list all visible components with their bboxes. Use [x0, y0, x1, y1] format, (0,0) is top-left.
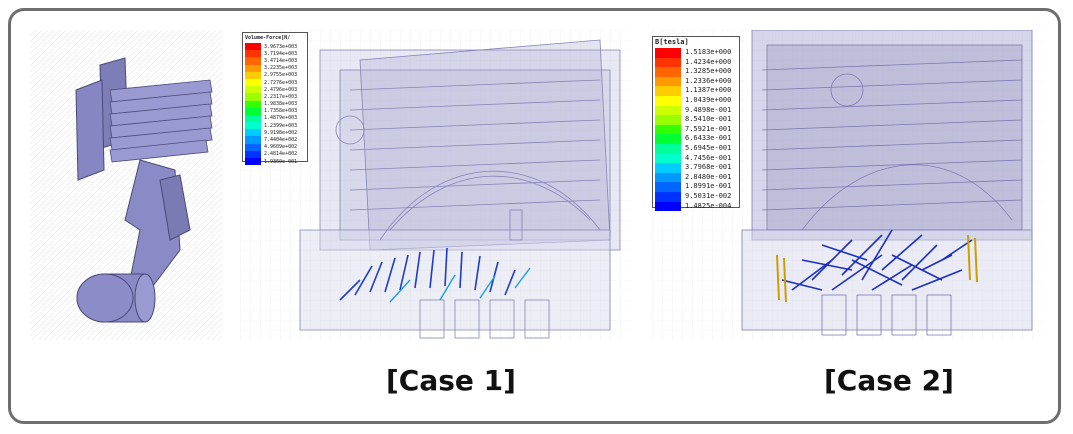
- case2-legend-row: 1.4825e-004: [653, 201, 739, 212]
- case2-legend-swatch: [655, 143, 681, 154]
- case2-legend-value: 5.6945e-001: [685, 143, 732, 152]
- case2-legend-swatch: [655, 115, 681, 125]
- case2-legend-swatch: [655, 153, 681, 164]
- case2-legend-value: 6.6433e-001: [685, 134, 732, 143]
- case2-legend-value: 1.2336e+000: [685, 76, 732, 85]
- case2-legend-swatch: [655, 95, 681, 106]
- case2-legend-row: 1.4234e+000: [653, 57, 739, 68]
- case1-legend-swatch: [245, 150, 261, 158]
- case2-legend-swatch: [655, 124, 681, 135]
- case1-legend-swatch: [245, 114, 261, 123]
- model-3d-drawing: [30, 30, 222, 340]
- case2-legend-value: 1.3285e+000: [685, 67, 732, 76]
- case1-legend-swatch: [245, 143, 261, 151]
- case2-legend-swatch: [655, 201, 681, 212]
- case2-legend-swatch: [655, 86, 681, 96]
- case2-legend-swatch: [655, 172, 681, 183]
- case2-legend-row: 1.2336e+000: [653, 76, 739, 87]
- case2-legend-row: 1.3285e+000: [653, 67, 739, 77]
- case2-legend-value: 1.1387e+000: [685, 86, 732, 95]
- case1-legend-swatch: [245, 93, 261, 101]
- case2-legend-row: 7.5921e-001: [653, 124, 739, 135]
- case2-legend-value: 4.7456e-001: [685, 153, 732, 162]
- case1-legend-swatch: [245, 50, 261, 58]
- case1-caption: [Case 1]: [386, 364, 516, 397]
- case2-legend-value: 8.5410e-001: [685, 115, 732, 124]
- case2-legend-swatch: [655, 67, 681, 77]
- case2-legend-swatch: [655, 48, 681, 58]
- case2-caption: [Case 2]: [824, 364, 954, 397]
- case2-legend-value: 7.5921e-001: [685, 124, 732, 133]
- case2-legend-row: 1.8991e-001: [653, 182, 739, 192]
- case2-legend-swatch: [655, 105, 681, 116]
- case1-legend-title: Volume-Force[N/: [245, 35, 291, 41]
- case2-legend-value: 1.5183e+000: [685, 48, 732, 57]
- case2-legend-title: B[tesla]: [655, 38, 689, 46]
- case2-legend-value: 1.4234e+000: [685, 57, 732, 66]
- case2-legend-row: 8.5410e-001: [653, 115, 739, 125]
- case2-legend-row: 1.0439e+000: [653, 95, 739, 106]
- case2-legend-row: 9.5031e-002: [653, 191, 739, 202]
- case2-legend-swatch: [655, 163, 681, 173]
- case2-legend-swatch: [655, 191, 681, 202]
- case2-legend-row: 1.1387e+000: [653, 86, 739, 96]
- case2-color-legend: B[tesla] 1.5183e+000 1.4234e+000 1.3285e+0…: [652, 36, 740, 212]
- case2-legend-value: 2.8480e-001: [685, 172, 732, 181]
- case2-legend-row: 6.6433e-001: [653, 134, 739, 144]
- case2-legend-swatch: [655, 182, 681, 192]
- case1-legend-swatch: [245, 71, 261, 79]
- case1-legend-swatch: [245, 64, 261, 72]
- case2-legend-value: 1.0439e+000: [685, 96, 732, 105]
- case2-legend-swatch: [655, 134, 681, 144]
- model-3d-view: [30, 30, 222, 340]
- case1-legend-swatch: [245, 158, 261, 166]
- case2-legend-value: 1.8991e-001: [685, 182, 732, 191]
- case2-legend-value: 3.7968e-001: [685, 163, 732, 172]
- case2-legend-value: 9.4898e-001: [685, 105, 732, 114]
- case1-legend-swatch: [245, 86, 261, 94]
- case1-color-legend: Volume-Force[N/ 3.9673e+003 3.7194e+003 3.…: [242, 32, 308, 166]
- case2-legend-rows: 1.5183e+000 1.4234e+000 1.3285e+000 1.2336e…: [653, 48, 739, 212]
- case2-legend-value: 9.5031e-002: [685, 191, 732, 200]
- case1-legend-value: 1.9360e-001: [264, 158, 298, 165]
- case1-legend-swatch: [245, 100, 261, 108]
- case2-legend-row: 9.4898e-001: [653, 105, 739, 116]
- case1-legend-swatch: [245, 129, 261, 137]
- case1-legend-swatch: [245, 43, 261, 51]
- case1-legend-rows: 3.9673e+003 3.7194e+003 3.4714e+003 3.2235e…: [243, 43, 307, 166]
- case2-legend-row: 4.7456e-001: [653, 153, 739, 164]
- case1-legend-row: 1.9360e-001: [243, 158, 307, 166]
- case1-volume-force-view: Volume-Force[N/ 3.9673e+003 3.7194e+003 3.…: [240, 30, 630, 340]
- case2-legend-swatch: [655, 76, 681, 87]
- case1-legend-swatch: [245, 78, 261, 87]
- case1-legend-swatch: [245, 122, 261, 130]
- case1-legend-swatch: [245, 57, 261, 65]
- case2-legend-row: 1.5183e+000: [653, 48, 739, 58]
- case1-legend-swatch: [245, 136, 261, 144]
- case2-legend-row: 5.6945e-001: [653, 143, 739, 154]
- case2-legend-swatch: [655, 57, 681, 68]
- case1-legend-swatch: [245, 107, 261, 115]
- case2-legend-row: 2.8480e-001: [653, 172, 739, 183]
- case2-legend-row: 3.7968e-001: [653, 163, 739, 173]
- case2-legend-value: 1.4825e-004: [685, 201, 732, 210]
- case2-flux-density-view: B[tesla] 1.5183e+000 1.4234e+000 1.3285e+0…: [652, 30, 1042, 340]
